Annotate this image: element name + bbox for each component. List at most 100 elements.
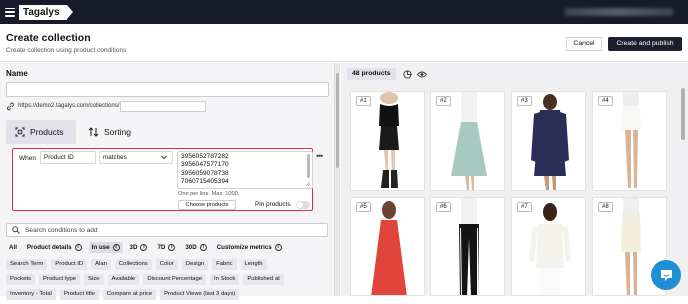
chip-row: Inventory - Total Product title Compare … bbox=[6, 289, 331, 300]
filter-product-details[interactable]: Product details i bbox=[24, 242, 85, 253]
pin-products-toggle[interactable] bbox=[296, 201, 310, 209]
value-line: 7060715405394 bbox=[181, 178, 229, 186]
page-title: Create collection bbox=[6, 32, 91, 44]
condition-chip[interactable]: Product title bbox=[59, 289, 99, 300]
operator-value: matches bbox=[103, 154, 127, 161]
condition-chip[interactable]: Search Term bbox=[6, 259, 48, 270]
chat-bubble-icon bbox=[660, 269, 672, 281]
condition-chip[interactable]: Alan bbox=[91, 259, 111, 270]
tab-products[interactable]: Products bbox=[6, 120, 76, 144]
info-icon[interactable]: i bbox=[140, 243, 148, 251]
condition-operator-select[interactable]: matches bbox=[99, 151, 173, 164]
condition-chip[interactable]: Collections bbox=[114, 259, 152, 270]
chip-row: Pockets Product type Size Available Disc… bbox=[6, 274, 331, 285]
resize-grip-icon[interactable] bbox=[305, 181, 310, 186]
info-icon[interactable]: i bbox=[274, 243, 282, 251]
url-prefix: https://demo2.tagalys.com/collections/ bbox=[18, 103, 120, 109]
product-count-badge: 48 products bbox=[347, 68, 396, 80]
condition-chip[interactable]: In Stock bbox=[210, 274, 240, 285]
condition-chip[interactable]: Product Views (last 3 days) bbox=[160, 289, 240, 300]
link-icon bbox=[7, 102, 14, 110]
page-header: Create collection Create collection usin… bbox=[0, 24, 688, 62]
account-info-blurred bbox=[564, 8, 674, 16]
info-icon[interactable]: i bbox=[74, 243, 82, 251]
product-image bbox=[451, 92, 487, 190]
tab-sorting[interactable]: Sorting bbox=[88, 120, 131, 144]
filter-30d[interactable]: 30D i bbox=[182, 242, 209, 253]
product-position: #3 bbox=[517, 96, 532, 106]
condition-chip[interactable]: Product ID bbox=[51, 259, 88, 270]
products-scan-icon bbox=[15, 127, 25, 137]
product-image bbox=[621, 92, 641, 188]
name-input[interactable] bbox=[6, 82, 329, 97]
choose-products-button[interactable]: Choose products bbox=[178, 200, 236, 210]
product-card[interactable]: #4 bbox=[592, 91, 667, 191]
eye-icon[interactable] bbox=[417, 70, 427, 79]
values-hint: One per line. Max: 1000. bbox=[178, 191, 240, 197]
hamburger-menu-icon[interactable] bbox=[5, 7, 15, 17]
condition-chip[interactable]: Inventory - Total bbox=[6, 289, 56, 300]
tab-products-label: Products bbox=[30, 127, 64, 137]
condition-card: When Product ID matches 3956052787282 39… bbox=[12, 148, 313, 211]
product-card[interactable]: #6 bbox=[430, 197, 505, 296]
product-image bbox=[531, 94, 569, 190]
condition-search-input[interactable]: Search conditions to add bbox=[6, 223, 328, 237]
product-image bbox=[379, 92, 399, 188]
when-label: When bbox=[19, 155, 36, 162]
product-image bbox=[459, 198, 479, 295]
product-card[interactable]: #7 bbox=[511, 197, 586, 296]
search-placeholder: Search conditions to add bbox=[25, 226, 98, 234]
page-subtitle: Create collection using product conditio… bbox=[6, 47, 127, 54]
condition-chip[interactable]: Published at bbox=[243, 274, 284, 285]
cancel-button[interactable]: Cancel bbox=[566, 37, 602, 51]
left-panel-scrollbar[interactable] bbox=[335, 63, 340, 296]
filter-all[interactable]: All bbox=[6, 242, 20, 253]
product-position: #4 bbox=[598, 96, 613, 106]
pie-chart-icon[interactable] bbox=[403, 70, 412, 79]
condition-chip[interactable]: Design bbox=[181, 259, 209, 270]
info-icon[interactable]: i bbox=[112, 243, 120, 251]
product-position: #5 bbox=[356, 202, 371, 212]
search-icon bbox=[12, 226, 20, 234]
product-image bbox=[371, 201, 407, 295]
info-icon[interactable]: i bbox=[199, 243, 207, 251]
filter-customize-metrics[interactable]: Customize metrics i bbox=[214, 242, 285, 253]
pin-products-label: Pin products bbox=[255, 201, 291, 208]
condition-field-select[interactable]: Product ID bbox=[40, 151, 96, 164]
textarea-scrollbar[interactable] bbox=[307, 154, 310, 178]
condition-chip[interactable]: Available bbox=[107, 274, 140, 285]
condition-chip[interactable]: Discount Percentage bbox=[143, 274, 207, 285]
condition-chip[interactable]: Pockets bbox=[6, 274, 35, 285]
chat-support-button[interactable] bbox=[651, 260, 681, 290]
product-image bbox=[529, 203, 571, 295]
condition-filter-tabs: All Product details i In use i 3D i 7D i 30D… bbox=[6, 241, 289, 253]
filter-3d[interactable]: 3D i bbox=[127, 242, 151, 253]
condition-chip[interactable]: Size bbox=[84, 274, 104, 285]
condition-chip[interactable]: Product type bbox=[38, 274, 81, 285]
product-grid-scrollbar[interactable] bbox=[680, 88, 686, 296]
filter-in-use[interactable]: In use i bbox=[88, 241, 123, 253]
more-options-icon[interactable]: ••• bbox=[316, 151, 324, 161]
tagalys-logo[interactable]: Tagalys bbox=[19, 4, 72, 20]
product-preview-panel: 48 products #1 #2 #3 #4 #5 #6 #7 #8 bbox=[341, 63, 688, 296]
results-toolbar: 48 products bbox=[341, 63, 688, 87]
condition-chip[interactable]: Color bbox=[155, 259, 178, 270]
filter-7d[interactable]: 7D i bbox=[154, 242, 178, 253]
name-label: Name bbox=[6, 69, 28, 78]
condition-chip[interactable]: Fabric bbox=[212, 259, 237, 270]
value-line: 3956047577170 bbox=[181, 161, 229, 169]
product-position: #6 bbox=[436, 202, 451, 212]
condition-chips: Search Term Product ID Alan Collections … bbox=[6, 259, 331, 304]
condition-chip[interactable]: Compare at price bbox=[102, 289, 157, 300]
product-card[interactable]: #5 bbox=[350, 197, 425, 296]
info-icon[interactable]: i bbox=[168, 243, 176, 251]
collection-form-panel: Name https://demo2.tagalys.com/collectio… bbox=[0, 63, 335, 300]
product-card[interactable]: #1 bbox=[350, 91, 425, 191]
product-id-values-textarea[interactable]: 3956052787282 3956047577170 395605907873… bbox=[177, 151, 313, 189]
url-slug-input[interactable] bbox=[120, 100, 207, 112]
product-position: #7 bbox=[517, 202, 532, 212]
product-card[interactable]: #2 bbox=[430, 91, 505, 191]
product-card[interactable]: #3 bbox=[511, 91, 586, 191]
create-and-publish-button[interactable]: Create and publish bbox=[608, 37, 682, 51]
condition-chip[interactable]: Length bbox=[240, 259, 267, 270]
